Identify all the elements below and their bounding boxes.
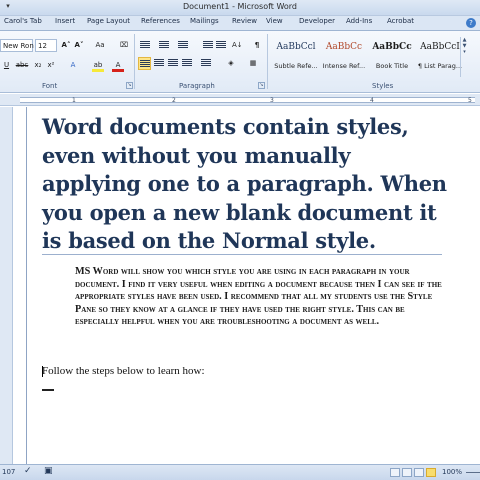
tab-mailings[interactable]: Mailings bbox=[190, 17, 219, 25]
help-icon[interactable]: ? bbox=[466, 18, 476, 28]
bullets-icon[interactable] bbox=[139, 39, 151, 52]
align-center-icon[interactable] bbox=[153, 57, 165, 70]
title-bar: ▾ Document1 - Microsoft Word bbox=[0, 0, 480, 16]
borders-icon[interactable]: ▦ bbox=[246, 57, 260, 70]
strikethrough-icon[interactable]: abc bbox=[15, 59, 29, 72]
style-sample: AaBbCcl bbox=[276, 42, 316, 52]
highlight-color-icon[interactable]: ab bbox=[92, 59, 104, 72]
style-sample: AaBbCc bbox=[325, 42, 363, 52]
ruler-number: 1 bbox=[72, 97, 76, 104]
text-effects-icon[interactable]: A bbox=[68, 59, 78, 72]
tab-add-ins[interactable]: Add-Ins bbox=[346, 17, 372, 25]
shrink-font-icon[interactable]: A˅ bbox=[73, 39, 85, 52]
left-margin-guide bbox=[26, 107, 27, 464]
style-name: ¶ List Parag... bbox=[417, 62, 463, 70]
tab-page-layout[interactable]: Page Layout bbox=[87, 17, 130, 25]
ruler-number: 2 bbox=[172, 97, 176, 104]
ruler-body: 1 2 3 4 5 bbox=[20, 97, 475, 104]
justify-icon[interactable] bbox=[181, 57, 193, 70]
numbering-icon[interactable] bbox=[158, 39, 170, 52]
style-tile-book-title[interactable]: AaBbCc Book Title bbox=[368, 34, 416, 78]
ribbon-tabs: Carol's Tab Insert Page Layout Reference… bbox=[0, 16, 480, 31]
decrease-indent-icon[interactable] bbox=[202, 39, 213, 52]
document-area[interactable]: Word documents contain styles, even with… bbox=[0, 107, 480, 464]
full-screen-reading-icon[interactable] bbox=[402, 468, 412, 477]
paragraph-group-label: Paragraph bbox=[179, 82, 215, 90]
underline-icon[interactable]: U bbox=[2, 59, 11, 72]
quote-paragraph[interactable]: MS Word will show you which style you ar… bbox=[75, 266, 445, 329]
window-title: Document1 - Microsoft Word bbox=[182, 2, 298, 11]
horizontal-ruler[interactable]: 1 2 3 4 5 bbox=[0, 94, 480, 106]
gallery-scroll-icon[interactable]: ▲ ▼ ▾ bbox=[460, 37, 468, 77]
styles-group-label: Styles bbox=[372, 82, 394, 90]
style-name: Intense Ref... bbox=[322, 62, 366, 70]
heading-paragraph[interactable]: Word documents contain styles, even with… bbox=[42, 113, 452, 256]
font-color-icon[interactable]: A bbox=[112, 59, 124, 72]
style-tile-intense-reference[interactable]: AaBbCc Intense Ref... bbox=[320, 34, 368, 78]
superscript-icon[interactable]: x² bbox=[46, 59, 56, 72]
tab-review[interactable]: Review bbox=[232, 17, 257, 25]
align-left-button[interactable] bbox=[138, 57, 151, 70]
shading-icon[interactable]: ◈ bbox=[224, 57, 238, 70]
zoom-slider[interactable] bbox=[466, 472, 480, 473]
style-sample: AaBbCc bbox=[372, 42, 412, 52]
font-group-label: Font bbox=[42, 82, 58, 90]
status-bar: 107 ✓ ▣ 100% bbox=[0, 464, 480, 480]
style-name: Subtle Refe... bbox=[274, 62, 318, 70]
heading-border bbox=[42, 254, 442, 255]
tab-insert[interactable]: Insert bbox=[55, 17, 75, 25]
show-formatting-marks-icon[interactable]: ¶ bbox=[252, 39, 262, 52]
style-tile-subtle-reference[interactable]: AaBbCcl Subtle Refe... bbox=[272, 34, 320, 78]
font-dialog-launcher-icon[interactable]: ↘ bbox=[126, 82, 133, 89]
style-sample: AaBbCcI bbox=[420, 42, 460, 52]
vertical-ruler[interactable] bbox=[0, 107, 13, 464]
word-count[interactable]: 107 bbox=[2, 468, 15, 476]
font-size-box[interactable]: 12 bbox=[35, 39, 57, 52]
tab-developer[interactable]: Developer bbox=[299, 17, 335, 25]
font-name-box[interactable]: New Ron bbox=[0, 39, 34, 52]
grow-font-icon[interactable]: A˄ bbox=[60, 39, 72, 52]
print-layout-icon[interactable] bbox=[390, 468, 400, 477]
group-separator bbox=[134, 34, 135, 89]
draft-view-icon[interactable] bbox=[426, 468, 436, 477]
web-layout-icon[interactable] bbox=[414, 468, 424, 477]
end-of-document-marker bbox=[42, 389, 54, 391]
increase-indent-icon[interactable] bbox=[215, 39, 226, 52]
multilevel-list-icon[interactable] bbox=[177, 39, 189, 52]
align-right-icon[interactable] bbox=[167, 57, 179, 70]
ruler-number: 3 bbox=[270, 97, 274, 104]
tab-view[interactable]: View bbox=[266, 17, 283, 25]
ribbon: New Ron 12 A˄ A˅ Aa ⌧ U abc x₂ x² A ab A… bbox=[0, 31, 480, 93]
normal-paragraph[interactable]: Follow the steps below to learn how: bbox=[42, 365, 205, 377]
subscript-icon[interactable]: x₂ bbox=[33, 59, 43, 72]
sort-icon[interactable]: A↓ bbox=[232, 39, 243, 52]
tab-carols-tab[interactable]: Carol's Tab bbox=[4, 17, 42, 25]
line-spacing-icon[interactable] bbox=[199, 57, 213, 70]
tab-acrobat[interactable]: Acrobat bbox=[387, 17, 414, 25]
zoom-level[interactable]: 100% bbox=[442, 468, 462, 476]
group-separator bbox=[267, 34, 268, 89]
change-case-icon[interactable]: Aa bbox=[94, 39, 106, 52]
tab-references[interactable]: References bbox=[141, 17, 180, 25]
macro-record-icon[interactable]: ▣ bbox=[44, 466, 53, 476]
styles-gallery: AaBbCcl Subtle Refe... AaBbCc Intense Re… bbox=[270, 34, 468, 80]
clear-formatting-icon[interactable]: ⌧ bbox=[118, 39, 130, 52]
proofing-icon[interactable]: ✓ bbox=[24, 466, 32, 476]
paragraph-dialog-launcher-icon[interactable]: ↘ bbox=[258, 82, 265, 89]
style-tile-list-paragraph[interactable]: AaBbCcI ¶ List Parag... bbox=[416, 34, 464, 78]
ruler-number: 4 bbox=[370, 97, 374, 104]
style-name: Book Title bbox=[375, 62, 409, 70]
ruler-number: 5 bbox=[468, 97, 472, 104]
text-cursor bbox=[42, 366, 43, 377]
